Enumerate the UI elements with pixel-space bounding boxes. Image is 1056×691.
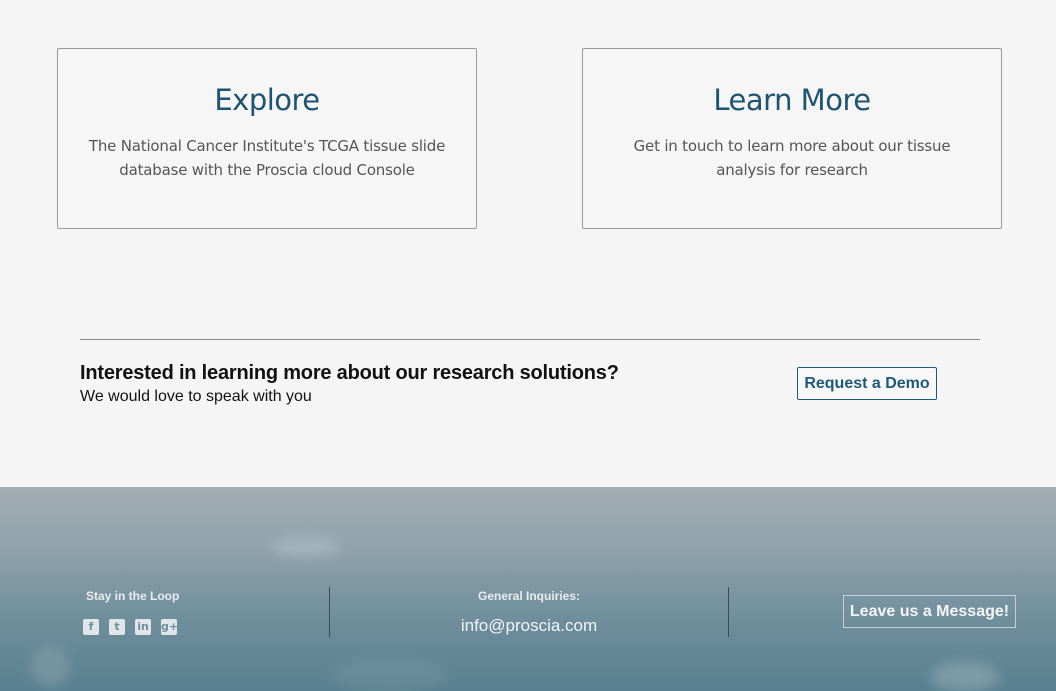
background-blob [330, 657, 450, 691]
general-inquiries-label: General Inquiries: [477, 589, 581, 603]
background-blob [270, 537, 340, 557]
background-blob [930, 662, 1000, 691]
section-divider [80, 339, 980, 340]
request-demo-button[interactable]: Request a Demo [797, 367, 937, 400]
footer-divider-left [329, 587, 330, 637]
explore-card-title: Explore [214, 83, 320, 117]
google-plus-icon[interactable]: g+ [161, 619, 178, 635]
learn-more-card-description: Get in touch to learn more about our tis… [633, 137, 951, 179]
email-link[interactable]: info@proscia.com [364, 616, 694, 636]
explore-card-description: The National Cancer Institute's TCGA tis… [88, 137, 446, 179]
footer-divider-right [728, 587, 729, 637]
twitter-icon[interactable]: t [109, 619, 125, 635]
facebook-icon[interactable]: f [83, 619, 99, 635]
leave-message-button[interactable]: Leave us a Message! [843, 595, 1016, 628]
cta-heading: Interested in learning more about our re… [80, 362, 619, 384]
stay-in-loop-label: Stay in the Loop [86, 589, 180, 603]
explore-card[interactable]: Explore The National Cancer Institute's … [57, 48, 477, 229]
learn-more-card[interactable]: Learn More Get in touch to learn more ab… [582, 48, 1002, 229]
learn-more-card-title: Learn More [713, 83, 871, 117]
cta-subheading: We would love to speak with you [80, 388, 312, 405]
background-blob [30, 647, 70, 687]
footer: Stay in the Loop f t in g+ General Inqui… [0, 487, 1056, 691]
linkedin-icon[interactable]: in [135, 619, 151, 635]
